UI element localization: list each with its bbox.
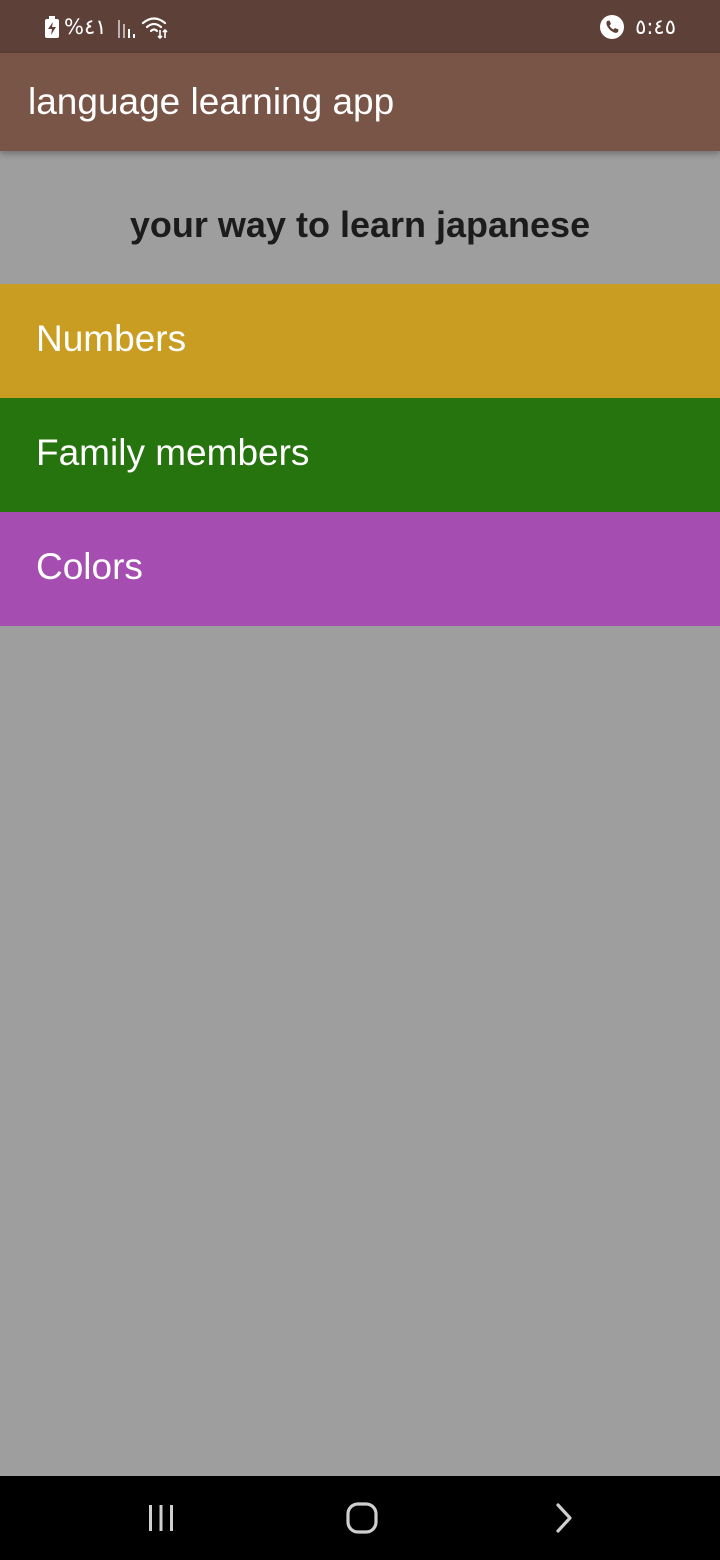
status-right-group: ٥:٤٥	[599, 14, 676, 40]
recent-apps-button[interactable]	[139, 1496, 183, 1540]
back-icon	[556, 1503, 572, 1533]
app-title: language learning app	[28, 81, 395, 122]
category-list: Numbers Family members Colors	[0, 284, 720, 626]
category-item-numbers[interactable]: Numbers	[0, 284, 720, 398]
navigation-bar	[0, 1476, 720, 1560]
category-item-family-members[interactable]: Family members	[0, 398, 720, 512]
battery-percentage: %٤١	[64, 15, 107, 39]
category-item-colors[interactable]: Colors	[0, 512, 720, 626]
home-icon	[346, 1502, 378, 1534]
back-button[interactable]	[542, 1496, 586, 1540]
home-button[interactable]	[340, 1496, 384, 1540]
category-label-family-members: Family members	[36, 432, 310, 473]
status-left-group: %٤١	[44, 14, 169, 40]
status-time: ٥:٤٥	[635, 15, 676, 39]
status-bar: %٤١ ٥:٤٥	[0, 0, 720, 53]
category-label-colors: Colors	[36, 546, 143, 587]
battery-charging-icon	[44, 16, 60, 38]
signal-icon	[117, 16, 137, 38]
call-icon	[599, 14, 625, 40]
category-label-numbers: Numbers	[36, 318, 187, 359]
page-subtitle: your way to learn japanese	[129, 204, 591, 245]
recent-apps-icon	[149, 1505, 173, 1531]
app-bar: language learning app	[0, 53, 720, 151]
wifi-icon	[141, 15, 169, 39]
